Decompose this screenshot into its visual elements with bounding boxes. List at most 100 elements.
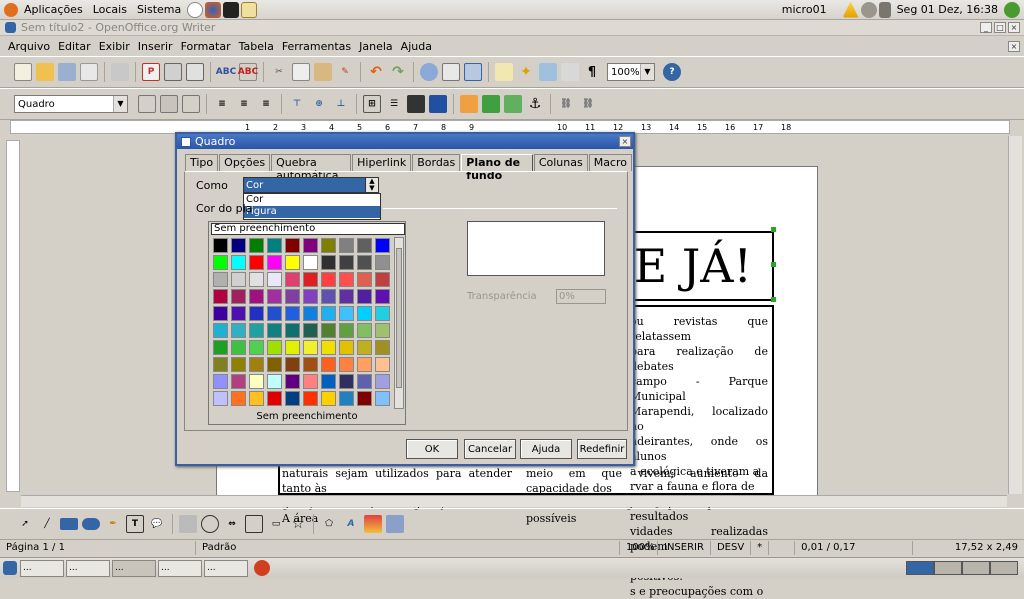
line-style-icon[interactable]: ☰ xyxy=(385,95,403,113)
color-swatch[interactable] xyxy=(266,255,282,270)
anchor-icon[interactable]: ⚓ xyxy=(526,95,544,113)
color-swatch[interactable] xyxy=(248,340,264,355)
color-swatch[interactable] xyxy=(266,340,282,355)
menu-aplicacoes[interactable]: Aplicações xyxy=(19,3,88,16)
color-swatch[interactable] xyxy=(302,289,318,304)
taskbar-item[interactable]: ... xyxy=(112,559,156,577)
color-swatch[interactable] xyxy=(320,306,336,321)
color-swatch[interactable] xyxy=(302,357,318,372)
color-swatch[interactable] xyxy=(374,357,390,372)
color-swatch[interactable] xyxy=(266,238,282,253)
cancel-button[interactable]: Cancelar xyxy=(464,439,516,459)
callout-icon[interactable]: 💬 xyxy=(148,515,166,533)
color-swatch[interactable] xyxy=(302,306,318,321)
open-icon[interactable] xyxy=(36,63,54,81)
page-style[interactable]: Padrão xyxy=(196,541,620,555)
color-swatch[interactable] xyxy=(266,357,282,372)
color-swatch[interactable] xyxy=(284,323,300,338)
color-swatch[interactable] xyxy=(230,238,246,253)
color-swatch[interactable] xyxy=(230,306,246,321)
fontwork-icon[interactable]: A xyxy=(342,515,360,533)
color-swatch[interactable] xyxy=(320,272,336,287)
color-swatch[interactable] xyxy=(356,357,372,372)
align-left-icon[interactable]: ≡ xyxy=(213,95,231,113)
tab-plano-de-fundo[interactable]: Plano de fundo xyxy=(461,154,533,182)
tab-bordas[interactable]: Bordas xyxy=(412,154,461,171)
color-swatch[interactable] xyxy=(302,255,318,270)
color-swatch[interactable] xyxy=(374,306,390,321)
color-swatch[interactable] xyxy=(212,272,228,287)
menu-exibir[interactable]: Exibir xyxy=(95,40,134,53)
tab-macro[interactable]: Macro xyxy=(588,154,632,171)
background-color-icon[interactable] xyxy=(429,95,447,113)
color-swatch[interactable] xyxy=(338,306,354,321)
color-swatch[interactable] xyxy=(212,255,228,270)
color-swatch[interactable] xyxy=(230,374,246,389)
datasources-icon[interactable] xyxy=(561,63,579,81)
ellipse-icon[interactable] xyxy=(82,517,100,530)
color-swatch[interactable] xyxy=(356,391,372,406)
color-swatch[interactable] xyxy=(284,357,300,372)
new-document-icon[interactable] xyxy=(14,63,32,81)
color-swatch[interactable] xyxy=(302,374,318,389)
autospellcheck-icon[interactable]: ABC xyxy=(238,63,258,81)
no-fill-option[interactable]: Sem preenchimento xyxy=(211,223,405,235)
color-swatch[interactable] xyxy=(266,306,282,321)
transparency-field[interactable]: 0% xyxy=(556,289,606,304)
network-icon[interactable] xyxy=(860,1,877,18)
table-icon[interactable] xyxy=(442,63,460,81)
menu-ajuda[interactable]: Ajuda xyxy=(397,40,436,53)
color-swatch[interactable] xyxy=(320,323,336,338)
color-swatch[interactable] xyxy=(356,255,372,270)
color-swatch[interactable] xyxy=(338,391,354,406)
color-swatch[interactable] xyxy=(284,238,300,253)
taskbar-item[interactable]: ... xyxy=(158,559,202,577)
clock[interactable]: Seg 01 Dez, 16:38 xyxy=(892,3,1003,16)
save-icon[interactable] xyxy=(58,63,76,81)
from-file-icon[interactable] xyxy=(364,514,382,533)
menu-arquivo[interactable]: Arquivo xyxy=(4,40,54,53)
page-indicator[interactable]: Página 1 / 1 xyxy=(0,541,196,555)
freeform-icon[interactable]: ✒ xyxy=(104,515,122,533)
paste-icon[interactable] xyxy=(314,63,332,81)
email-icon[interactable] xyxy=(80,63,98,81)
color-swatch[interactable] xyxy=(248,374,264,389)
color-swatch[interactable] xyxy=(230,357,246,372)
color-swatch[interactable] xyxy=(248,323,264,338)
volume-icon[interactable] xyxy=(878,1,891,18)
shield-icon[interactable] xyxy=(254,560,270,576)
workspace-2[interactable] xyxy=(934,561,962,575)
insert-mode[interactable]: INSERIR xyxy=(658,541,711,555)
color-swatch[interactable] xyxy=(248,289,264,304)
menu-editar[interactable]: Editar xyxy=(54,40,95,53)
tab-tipo[interactable]: Tipo xyxy=(185,154,219,171)
selection-mode[interactable]: DESV xyxy=(711,541,752,555)
color-swatch[interactable] xyxy=(338,289,354,304)
align-middle-icon[interactable]: ⊕ xyxy=(310,95,328,113)
workspace-1[interactable] xyxy=(906,561,934,575)
color-swatch[interactable] xyxy=(266,374,282,389)
color-swatch[interactable] xyxy=(356,238,372,253)
color-swatch[interactable] xyxy=(248,255,264,270)
menu-formatar[interactable]: Formatar xyxy=(177,40,235,53)
color-swatch[interactable] xyxy=(248,306,264,321)
color-swatch[interactable] xyxy=(284,272,300,287)
frame-handle[interactable] xyxy=(771,297,776,302)
color-swatch[interactable] xyxy=(230,272,246,287)
color-swatch[interactable] xyxy=(320,391,336,406)
show-draw-functions-icon[interactable] xyxy=(464,63,482,81)
color-swatch[interactable] xyxy=(212,306,228,321)
menu-ferramentas[interactable]: Ferramentas xyxy=(278,40,355,53)
color-swatch[interactable] xyxy=(338,272,354,287)
close-dialog-button[interactable]: × xyxy=(619,136,631,147)
wrap-through-icon[interactable] xyxy=(182,95,200,113)
tab-hiperlink[interactable]: Hiperlink xyxy=(352,154,412,171)
gallery-icon[interactable] xyxy=(539,63,557,81)
color-swatch[interactable] xyxy=(320,340,336,355)
color-swatch[interactable] xyxy=(212,289,228,304)
frame-handle[interactable] xyxy=(771,227,776,232)
menu-inserir[interactable]: Inserir xyxy=(134,40,177,53)
color-swatch[interactable] xyxy=(374,340,390,355)
color-swatch[interactable] xyxy=(302,340,318,355)
taskbar-item[interactable]: ... xyxy=(66,559,110,577)
